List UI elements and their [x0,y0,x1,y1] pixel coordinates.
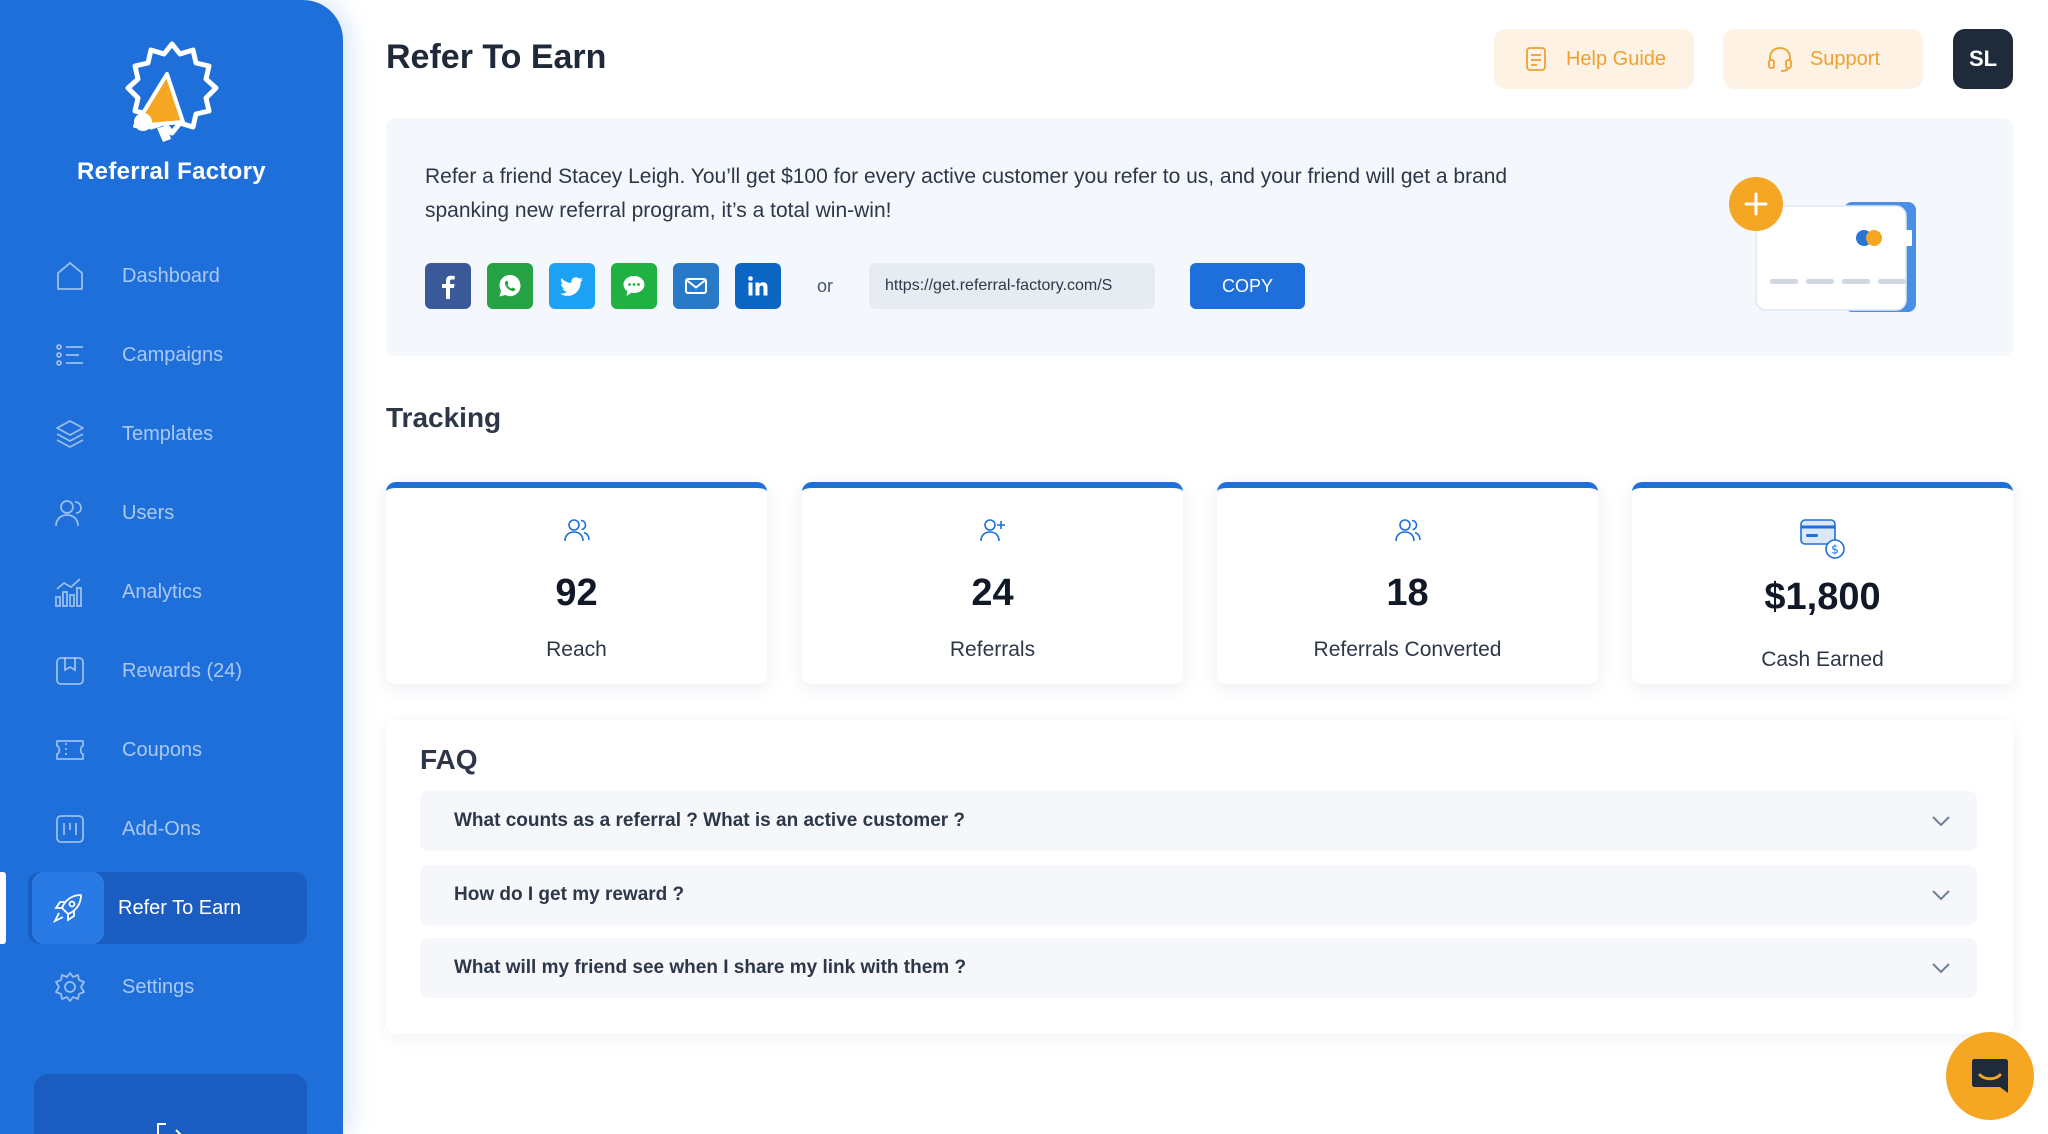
share-facebook-button[interactable] [425,263,471,309]
share-whatsapp-button[interactable] [487,263,533,309]
sidebar-item-label: Settings [122,975,195,998]
layers-icon [52,416,88,452]
sidebar: Referral Factory Dashboard Campaigns Tem… [0,0,343,1134]
tracking-title: Tracking [386,402,502,433]
logout-icon [157,1123,182,1134]
stat-label: Referrals [949,638,1036,661]
svg-text:$: $ [1831,543,1839,557]
home-icon [52,258,88,294]
whatsapp-icon [499,275,521,297]
stat-card-referrals-converted: 18 Referrals Converted [1217,482,1598,684]
share-email-button[interactable] [673,263,719,309]
stat-card-reach: 92 Reach [386,482,767,684]
sidebar-item-label: Dashboard [122,264,220,287]
faq-question: How do I get my reward ? [454,884,685,905]
sidebar-item-label: Coupons [122,738,203,761]
sidebar-item-templates[interactable]: Templates [0,398,343,470]
refer-panel: Refer a friend Stacey Leigh. You’ll get … [386,118,2013,356]
document-icon [1526,47,1546,71]
stat-card-referrals: 24 Referrals [802,482,1183,684]
stat-value: 18 [1386,572,1429,614]
faq-question: What counts as a referral ? What is an a… [454,810,966,831]
sidebar-item-coupons[interactable]: Coupons [0,714,343,786]
chat-widget-button[interactable] [1946,1032,2034,1120]
support-button[interactable]: Support [1723,29,1923,89]
faq-title: FAQ [420,744,478,775]
brand-name: Referral Factory [77,158,266,185]
sidebar-item-analytics[interactable]: Analytics [0,556,343,628]
page-title: Refer To Earn [386,38,607,76]
sidebar-item-label: Analytics [122,580,203,603]
help-guide-button[interactable]: Help Guide [1494,29,1694,89]
support-label: Support [1809,47,1881,70]
share-row: or COPY [425,262,1306,310]
bookmark-icon [52,653,88,689]
linkedin-icon [748,276,768,296]
share-twitter-button[interactable] [549,263,595,309]
cash-card-icon: $ [1799,519,1845,559]
faq-item[interactable]: What will my friend see when I share my … [420,938,1977,998]
share-linkedin-button[interactable] [735,263,781,309]
user-add-icon [979,519,1005,542]
sidebar-item-label: Templates [122,422,214,445]
referral-factory-logo-icon [125,41,218,142]
twitter-icon [560,277,583,296]
rocket-icon [32,872,104,944]
sidebar-item-dashboard[interactable]: Dashboard [0,240,343,312]
sms-icon [623,276,645,296]
sidebar-item-refer-to-earn[interactable]: Refer To Earn [0,872,343,944]
faq-item[interactable]: What counts as a referral ? What is an a… [420,791,1977,851]
stat-value: 24 [971,572,1014,614]
stat-value: $1,800 [1764,576,1881,618]
chat-bubble-icon [1972,1059,2008,1093]
list-icon [52,337,88,373]
ticket-icon [52,732,88,768]
users-icon [52,495,88,531]
sidebar-item-campaigns[interactable]: Campaigns [0,319,343,391]
sidebar-item-settings[interactable]: Settings [0,951,343,1023]
faq-panel: FAQ What counts as a referral ? What is … [386,720,2013,1034]
sidebar-item-rewards[interactable]: Rewards (24) [0,635,343,707]
faq-question: What will my friend see when I share my … [454,957,967,978]
users-icon [563,519,590,542]
stat-label: Reach [546,638,607,661]
or-label: or [817,275,834,296]
referral-link-input[interactable] [869,263,1156,309]
users-icon [1394,519,1421,542]
stat-card-cash-earned: $ $1,800 Cash Earned [1632,482,2013,684]
share-sms-button[interactable] [611,263,657,309]
copy-link-button[interactable]: COPY [1190,263,1306,309]
brand[interactable]: Referral Factory [0,38,343,186]
credit-card-illustration-icon [1729,177,1916,312]
sidebar-item-label: Add-Ons [122,817,201,840]
sidebar-nav: Dashboard Campaigns Templates Users Anal… [0,240,343,1030]
sidebar-item-label: Campaigns [122,343,224,366]
chevron-down-icon [1932,816,1950,827]
chevron-down-icon [1932,963,1950,974]
stat-label: Cash Earned [1761,648,1884,671]
refer-message: Refer a friend Stacey Leigh. You’ll get … [425,165,1508,222]
facebook-icon [442,275,455,299]
logout-button[interactable] [34,1074,307,1134]
chevron-down-icon [1932,890,1950,901]
gear-icon [52,969,88,1005]
avatar[interactable]: SL [1953,29,2013,89]
help-guide-label: Help Guide [1565,47,1667,70]
analytics-icon [52,574,88,610]
sidebar-item-users[interactable]: Users [0,477,343,549]
sidebar-item-label: Refer To Earn [118,896,242,919]
stat-value: 92 [555,572,598,614]
sidebar-item-label: Users [122,501,175,524]
headset-icon [1768,47,1792,72]
faq-item[interactable]: How do I get my reward ? [420,865,1977,925]
sidebar-item-add-ons[interactable]: Add-Ons [0,793,343,865]
add-ons-icon [52,811,88,847]
sidebar-item-label: Rewards (24) [122,659,243,682]
envelope-icon [685,278,707,294]
stat-label: Referrals Converted [1313,638,1502,661]
